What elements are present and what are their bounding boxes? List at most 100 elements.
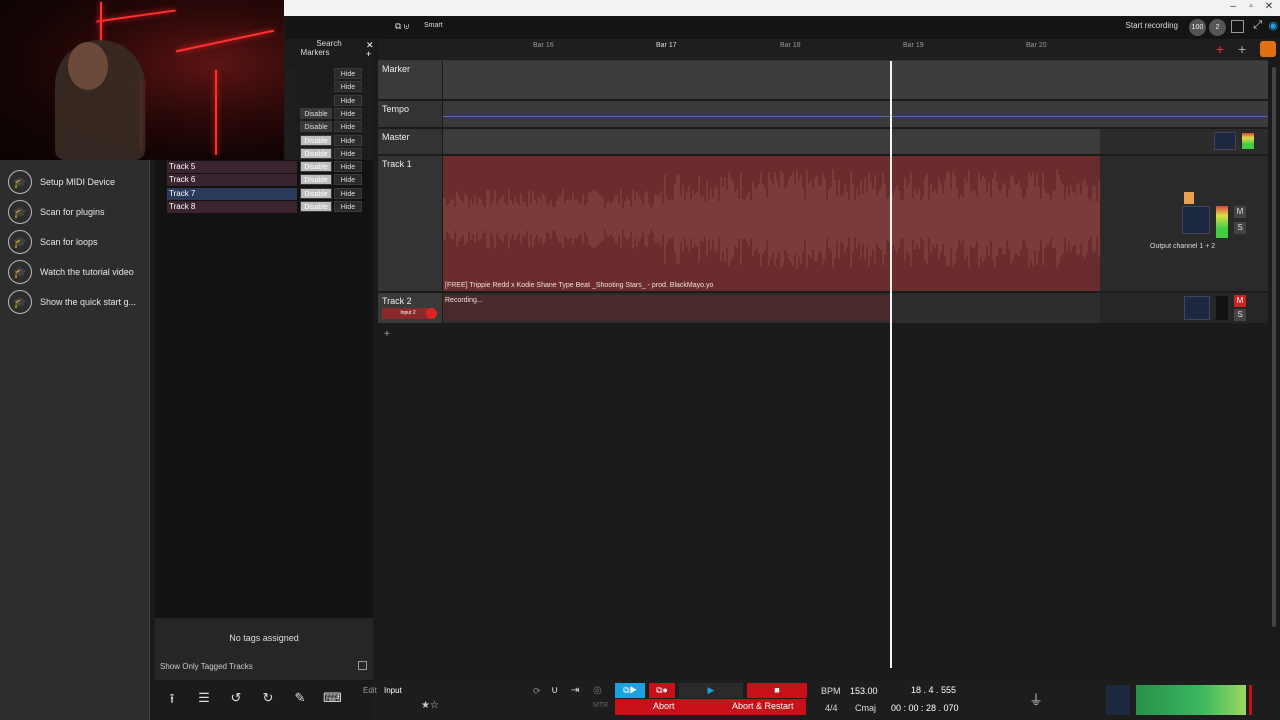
wrench-icon[interactable]: ✎ xyxy=(291,690,309,706)
loop-record-button[interactable]: ⧉▶ xyxy=(615,683,645,698)
marker-lane-header[interactable]: Marker xyxy=(378,61,442,99)
loop-count-badge[interactable]: 2 xyxy=(1209,19,1226,36)
scan-plugins-item[interactable]: 🎓 Scan for plugins xyxy=(8,200,105,224)
export-icon[interactable]: ⭱ xyxy=(163,690,181,712)
scan-loops-item[interactable]: 🎓 Scan for loops xyxy=(8,230,98,254)
count-in-badge[interactable]: 100 xyxy=(1189,19,1206,36)
hide-button[interactable]: Hide xyxy=(334,68,362,79)
playhead[interactable] xyxy=(890,61,892,668)
metronome-icon[interactable]: ◎ xyxy=(593,685,602,696)
disable-button[interactable]: Disable xyxy=(300,135,332,146)
disable-button[interactable]: Disable xyxy=(300,161,332,172)
redo-icon[interactable]: ↻ xyxy=(259,690,277,706)
track-2-fader[interactable] xyxy=(1184,296,1210,320)
punch-icon[interactable]: ⇥ xyxy=(571,685,579,696)
disable-button[interactable]: Disable xyxy=(300,201,332,212)
edit-tab[interactable]: Edit xyxy=(363,686,377,695)
master-lane-header[interactable]: Master xyxy=(378,129,442,154)
track-list-row[interactable] xyxy=(285,68,297,80)
track-list-name[interactable]: Track 7 xyxy=(167,188,297,200)
key-display[interactable]: Cmaj xyxy=(855,703,876,713)
keyboard-icon[interactable]: ⌨ xyxy=(323,690,342,706)
eye-icon[interactable]: ◉ xyxy=(1268,19,1278,32)
master-fader[interactable] xyxy=(1214,132,1236,150)
add-track-icon[interactable]: + xyxy=(1216,41,1232,57)
stop-button[interactable]: ■ xyxy=(747,683,807,698)
loop-icon[interactable]: ⟳ xyxy=(533,686,541,697)
hide-button[interactable]: Hide xyxy=(334,148,362,159)
add-icon[interactable]: + xyxy=(1238,41,1254,57)
output-channel-label[interactable]: Output channel 1 + 2 xyxy=(1150,243,1215,250)
track-list-row[interactable] xyxy=(285,108,297,120)
undo-icon[interactable]: ↺ xyxy=(227,690,245,706)
search-tab[interactable]: Search xyxy=(285,39,373,48)
layout-icon[interactable] xyxy=(1231,20,1244,33)
solo-button[interactable]: S xyxy=(1234,222,1246,234)
track-list-row[interactable] xyxy=(285,81,297,93)
disable-button[interactable]: Disable xyxy=(300,108,332,119)
input-tab[interactable]: Input xyxy=(384,686,402,695)
time-display[interactable]: 00 : 00 : 28 . 070 xyxy=(891,703,959,713)
track-1-header[interactable]: Track 1 xyxy=(378,156,442,291)
tempo-lane-header[interactable]: Tempo xyxy=(378,101,442,127)
markers-tab[interactable]: Markers xyxy=(285,48,345,57)
marker-lane-body[interactable] xyxy=(443,61,1268,99)
maximize-icon[interactable]: ▫ xyxy=(1244,1,1258,12)
hide-button[interactable]: Hide xyxy=(334,201,362,212)
hide-button[interactable]: Hide xyxy=(334,121,362,132)
tempo-lane-body[interactable] xyxy=(443,101,1268,127)
play-button[interactable]: ▶ xyxy=(679,683,743,698)
track-list-name[interactable]: Track 8 xyxy=(167,201,297,213)
track-list-row[interactable] xyxy=(285,121,297,133)
track-list-name[interactable]: Track 6 xyxy=(167,174,297,186)
recording-clip[interactable]: Recording... xyxy=(443,295,890,321)
pan-knob[interactable] xyxy=(1184,192,1194,204)
vertical-scrollbar[interactable] xyxy=(1268,61,1280,668)
hide-button[interactable]: Hide xyxy=(334,108,362,119)
hide-button[interactable]: Hide xyxy=(334,161,362,172)
hide-button[interactable]: Hide xyxy=(334,95,362,106)
minimize-icon[interactable]: – xyxy=(1226,1,1240,12)
mute-button[interactable]: M xyxy=(1234,206,1246,218)
start-recording-label[interactable]: Start recording xyxy=(1126,21,1178,30)
scroll-thumb[interactable] xyxy=(1272,67,1276,627)
track-list-row[interactable] xyxy=(285,95,297,107)
track-1-fader[interactable] xyxy=(1182,206,1210,234)
add-track-small-icon[interactable]: + xyxy=(384,329,390,340)
smart-label[interactable]: Smart xyxy=(424,22,443,29)
disable-button[interactable]: Disable xyxy=(300,148,332,159)
track-list-row[interactable] xyxy=(285,148,297,160)
hide-button[interactable]: Hide xyxy=(334,81,362,92)
disable-button[interactable]: Disable xyxy=(300,121,332,132)
magnet-icon[interactable]: ∪ xyxy=(551,685,558,696)
record-arm-button[interactable] xyxy=(426,308,437,319)
mute-button[interactable]: M xyxy=(1234,295,1246,307)
bpm-value[interactable]: 153.00 xyxy=(850,686,878,696)
track-2-header[interactable]: Track 2 Input 2 xyxy=(378,293,442,323)
disable-button[interactable]: Disable xyxy=(300,174,332,185)
timeline-ruler[interactable]: Bar 16 Bar 17 Bar 18 Bar 19 Bar 20 + + xyxy=(378,39,1268,61)
expand-icon[interactable]: ⤢ xyxy=(1253,19,1262,32)
master-fader-mini[interactable] xyxy=(1106,685,1130,715)
audio-clip[interactable]: [FREE] Trippie Redd x Kodie Shane Type B… xyxy=(443,156,1100,291)
add-marker-icon[interactable]: + xyxy=(366,49,371,59)
plug-icon[interactable]: ⏚ xyxy=(1029,690,1043,710)
setup-midi-device-item[interactable]: 🎓 Setup MIDI Device xyxy=(8,170,115,194)
record-mode-button[interactable]: ⧉● xyxy=(649,683,675,698)
abort-restart-button[interactable]: Abort & Restart xyxy=(732,701,794,711)
track-list-row[interactable] xyxy=(285,135,297,147)
snap-icon[interactable]: ⧉ ⊍ xyxy=(395,21,409,32)
quick-start-item[interactable]: 🎓 Show the quick start g... xyxy=(8,290,136,314)
time-signature[interactable]: 4/4 xyxy=(825,703,838,713)
hide-button[interactable]: Hide xyxy=(334,135,362,146)
show-tagged-checkbox[interactable] xyxy=(358,661,367,670)
abort-button[interactable]: Abort xyxy=(653,701,675,711)
track-list-name[interactable]: Track 5 xyxy=(167,161,297,173)
star-rating-icon[interactable]: ★☆ xyxy=(421,700,439,711)
solo-button[interactable]: S xyxy=(1234,309,1246,321)
position-display[interactable]: 18 . 4 . 555 xyxy=(911,685,956,695)
close-icon[interactable]: ✕ xyxy=(1262,1,1276,12)
menu-icon[interactable]: ☰ xyxy=(195,690,213,706)
hide-button[interactable]: Hide xyxy=(334,188,362,199)
tutorial-video-item[interactable]: 🎓 Watch the tutorial video xyxy=(8,260,134,284)
